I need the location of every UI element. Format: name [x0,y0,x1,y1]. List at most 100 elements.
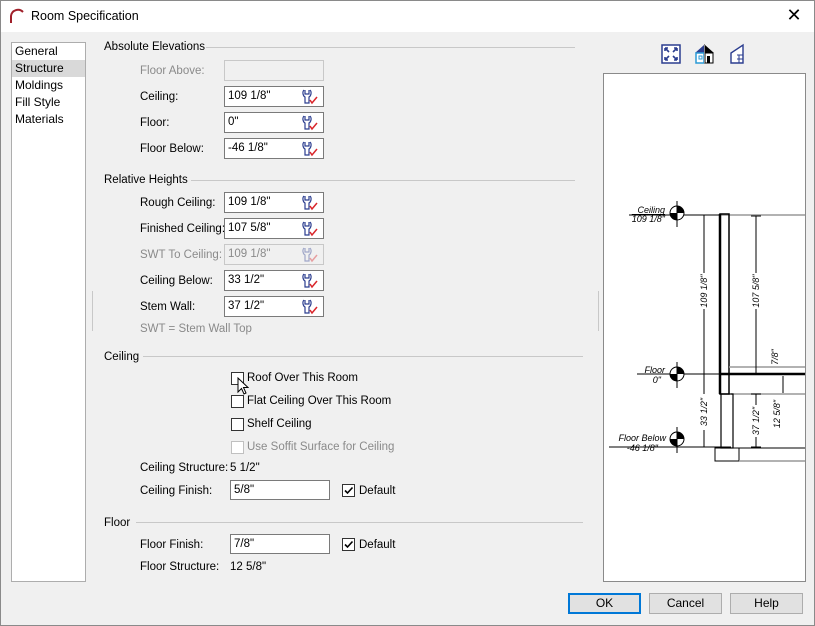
stem-wall-field[interactable]: 37 1/2" [224,296,324,317]
mouse-cursor-icon [237,377,249,395]
floor-marker-label: Floor [644,365,666,375]
floor-structure-label: Floor Structure: [140,561,220,573]
shelf-ceiling-label[interactable]: Shelf Ceiling [247,418,312,430]
room-specification-dialog: Room Specification ✕ General Structure M… [0,0,815,626]
floor-below-marker-label: Floor Below [618,433,666,443]
ceiling-finish-default-checkbox[interactable] [342,484,355,497]
help-button[interactable]: Help [730,593,803,614]
dim-stem-wall-label: 37 1/2" [751,406,761,435]
wrench-check-icon[interactable] [301,115,319,131]
elevation-view-icon[interactable] [729,43,745,65]
wrench-check-icon[interactable] [301,299,319,315]
shelf-ceiling-checkbox[interactable] [231,418,244,431]
app-logo-icon [10,8,24,23]
ceiling-finish-default-label[interactable]: Default [359,485,395,497]
floor-below-marker [669,427,685,453]
ceiling-marker-value: 109 1/8" [632,214,666,224]
splitter-left[interactable] [92,291,93,331]
3d-view-icon[interactable] [694,43,716,65]
checkmark-icon [344,540,354,549]
field-value: 109 1/8" [228,196,271,208]
soffit-surface-checkbox [231,441,244,454]
floor-below-marker-value: -46 1/8" [627,443,659,453]
sidebar-item-structure[interactable]: Structure [12,60,85,77]
title-bar: Room Specification ✕ [1,1,814,32]
floor-finish-default-checkbox[interactable] [342,538,355,551]
close-button[interactable]: ✕ [782,5,806,26]
stem-wall-label: Stem Wall: [140,301,196,313]
ceiling-elevation-field[interactable]: 109 1/8" [224,86,324,107]
section-absolute-elevations: Absolute Elevations [104,41,206,53]
fit-view-icon[interactable] [661,44,681,64]
roof-over-room-label[interactable]: Roof Over This Room [247,372,358,384]
field-value: 0" [228,116,239,128]
swt-note: SWT = Stem Wall Top [140,323,252,335]
window-title: Room Specification [31,9,139,23]
footing [714,447,740,462]
dim-floor-structure-label: 12 5/8" [772,399,782,428]
flat-ceiling-checkbox[interactable] [231,395,244,408]
divider [206,47,575,48]
flat-ceiling-label[interactable]: Flat Ceiling Over This Room [247,395,391,407]
soffit-surface-label: Use Soffit Surface for Ceiling [247,441,395,453]
wrench-check-icon[interactable] [301,221,319,237]
wrench-check-icon[interactable] [301,89,319,105]
dim-finished-ceiling-label: 107 5/8" [751,274,761,308]
wrench-check-icon[interactable] [301,195,319,211]
floor-marker [669,362,685,388]
wall [719,213,730,395]
category-list: General Structure Moldings Fill Style Ma… [11,42,86,582]
dim-rough-ceiling-label: 109 1/8" [699,274,709,308]
ceiling-structure-label: Ceiling Structure: [140,462,229,474]
field-value: 109 1/8" [228,248,271,260]
ceiling-finish-label: Ceiling Finish: [140,485,213,497]
splitter-right[interactable] [598,291,599,331]
field-value: 109 1/8" [228,90,271,102]
divider [191,180,575,181]
sidebar-item-fill-style[interactable]: Fill Style [12,94,85,111]
ceiling-below-label: Ceiling Below: [140,275,213,287]
floor-finish-input[interactable]: 7/8" [230,534,330,554]
ceiling-marker [669,201,685,227]
ceiling-below-field[interactable]: 33 1/2" [224,270,324,291]
field-value: 107 5/8" [228,222,271,234]
ceiling-label: Ceiling: [140,91,179,103]
floor-below-label: Floor Below: [140,143,204,155]
field-value: -46 1/8" [228,142,268,154]
field-value: 33 1/2" [228,274,265,286]
cancel-button[interactable]: Cancel [649,593,722,614]
floor-below-elevation-field[interactable]: -46 1/8" [224,138,324,159]
ok-button[interactable]: OK [568,593,641,614]
floor-above-field [224,60,324,81]
wrench-check-icon [301,247,319,263]
rough-ceiling-label: Rough Ceiling: [140,197,216,209]
floor-above-label: Floor Above: [140,65,205,77]
field-value: 37 1/2" [228,300,265,312]
section-ceiling: Ceiling [104,351,140,363]
dim-floor-finish-label: 7/8" [770,348,780,365]
floor-finish-default-label[interactable]: Default [359,539,395,551]
rough-ceiling-field[interactable]: 109 1/8" [224,192,324,213]
dim-ceiling-below-label: 33 1/2" [699,397,709,426]
wrench-check-icon[interactable] [301,273,319,289]
stem-wall [720,393,734,449]
floor-elevation-field[interactable]: 0" [224,112,324,133]
sidebar-item-general[interactable]: General [12,43,85,60]
section-preview: Ceiling 109 1/8" Floor 0" Floor Below -4… [603,73,806,582]
section-floor: Floor [104,517,131,529]
floor-label: Floor: [140,117,170,129]
floor-structure-value: 12 5/8" [230,561,267,573]
divider [143,356,583,357]
floor-marker-value: 0" [653,375,662,385]
wrench-check-icon[interactable] [301,141,319,157]
ceiling-finish-input[interactable]: 5/8" [230,480,330,500]
swt-to-ceiling-field: 109 1/8" [224,244,324,265]
section-relative-heights: Relative Heights [104,174,188,186]
floor-finish-label: Floor Finish: [140,539,204,551]
sidebar-item-materials[interactable]: Materials [12,111,85,128]
finished-ceiling-field[interactable]: 107 5/8" [224,218,324,239]
swt-to-ceiling-label: SWT To Ceiling: [140,249,223,261]
finished-ceiling-label: Finished Ceiling: [140,223,226,235]
sidebar-item-moldings[interactable]: Moldings [12,77,85,94]
divider [136,522,583,523]
